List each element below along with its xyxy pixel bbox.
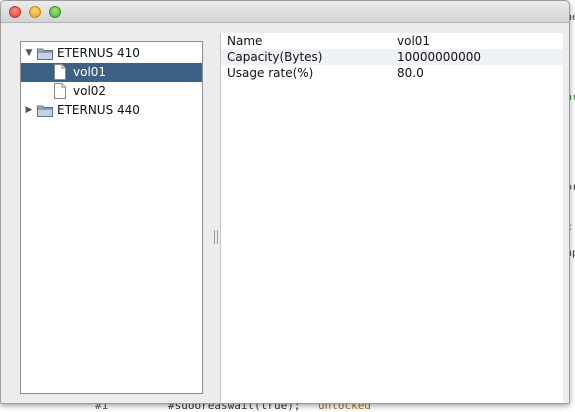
properties-table: Name vol01 Capacity(Bytes) 10000000000 U…: [220, 33, 563, 403]
tree-item-eternus-440[interactable]: ▶ ETERNUS 440: [21, 101, 202, 120]
window-content: ▼ ETERNUS 410 vol01 vol02 ▶ ETERNUS 440 …: [1, 23, 569, 403]
tree-item-vol01[interactable]: vol01: [21, 63, 202, 82]
tree-item-label: vol02: [73, 84, 107, 98]
tree-item-label: ETERNUS 410: [57, 46, 140, 60]
title-bar[interactable]: [1, 1, 569, 23]
folder-icon: [37, 48, 53, 60]
split-pane-divider[interactable]: [206, 41, 218, 394]
collapsed-arrow-icon[interactable]: ▶: [24, 101, 34, 120]
property-name: Name: [227, 34, 263, 48]
expanded-arrow-icon[interactable]: ▼: [24, 44, 34, 63]
property-value: 10000000000: [397, 50, 481, 64]
tree-item-vol02[interactable]: vol02: [21, 82, 202, 101]
tree-item-label: vol01: [73, 65, 107, 79]
app-window: ▼ ETERNUS 410 vol01 vol02 ▶ ETERNUS 440 …: [0, 0, 570, 404]
storage-tree[interactable]: ▼ ETERNUS 410 vol01 vol02 ▶ ETERNUS 440: [20, 41, 203, 394]
document-icon: [54, 83, 66, 99]
document-icon: [54, 64, 66, 80]
minimize-window-button[interactable]: [29, 6, 41, 18]
zoom-window-button[interactable]: [49, 6, 61, 18]
property-name: Usage rate(%): [227, 66, 314, 80]
property-value: 80.0: [397, 66, 424, 80]
tree-item-label: ETERNUS 440: [57, 103, 140, 117]
folder-icon: [37, 105, 53, 117]
property-row[interactable]: Usage rate(%) 80.0: [221, 65, 563, 81]
property-value: vol01: [397, 34, 431, 48]
tree-item-eternus-410[interactable]: ▼ ETERNUS 410: [21, 44, 202, 63]
property-row[interactable]: Capacity(Bytes) 10000000000: [221, 49, 563, 65]
property-name: Capacity(Bytes): [227, 50, 323, 64]
close-window-button[interactable]: [9, 6, 21, 18]
property-row[interactable]: Name vol01: [221, 33, 563, 49]
divider-grip-icon[interactable]: [214, 230, 218, 244]
